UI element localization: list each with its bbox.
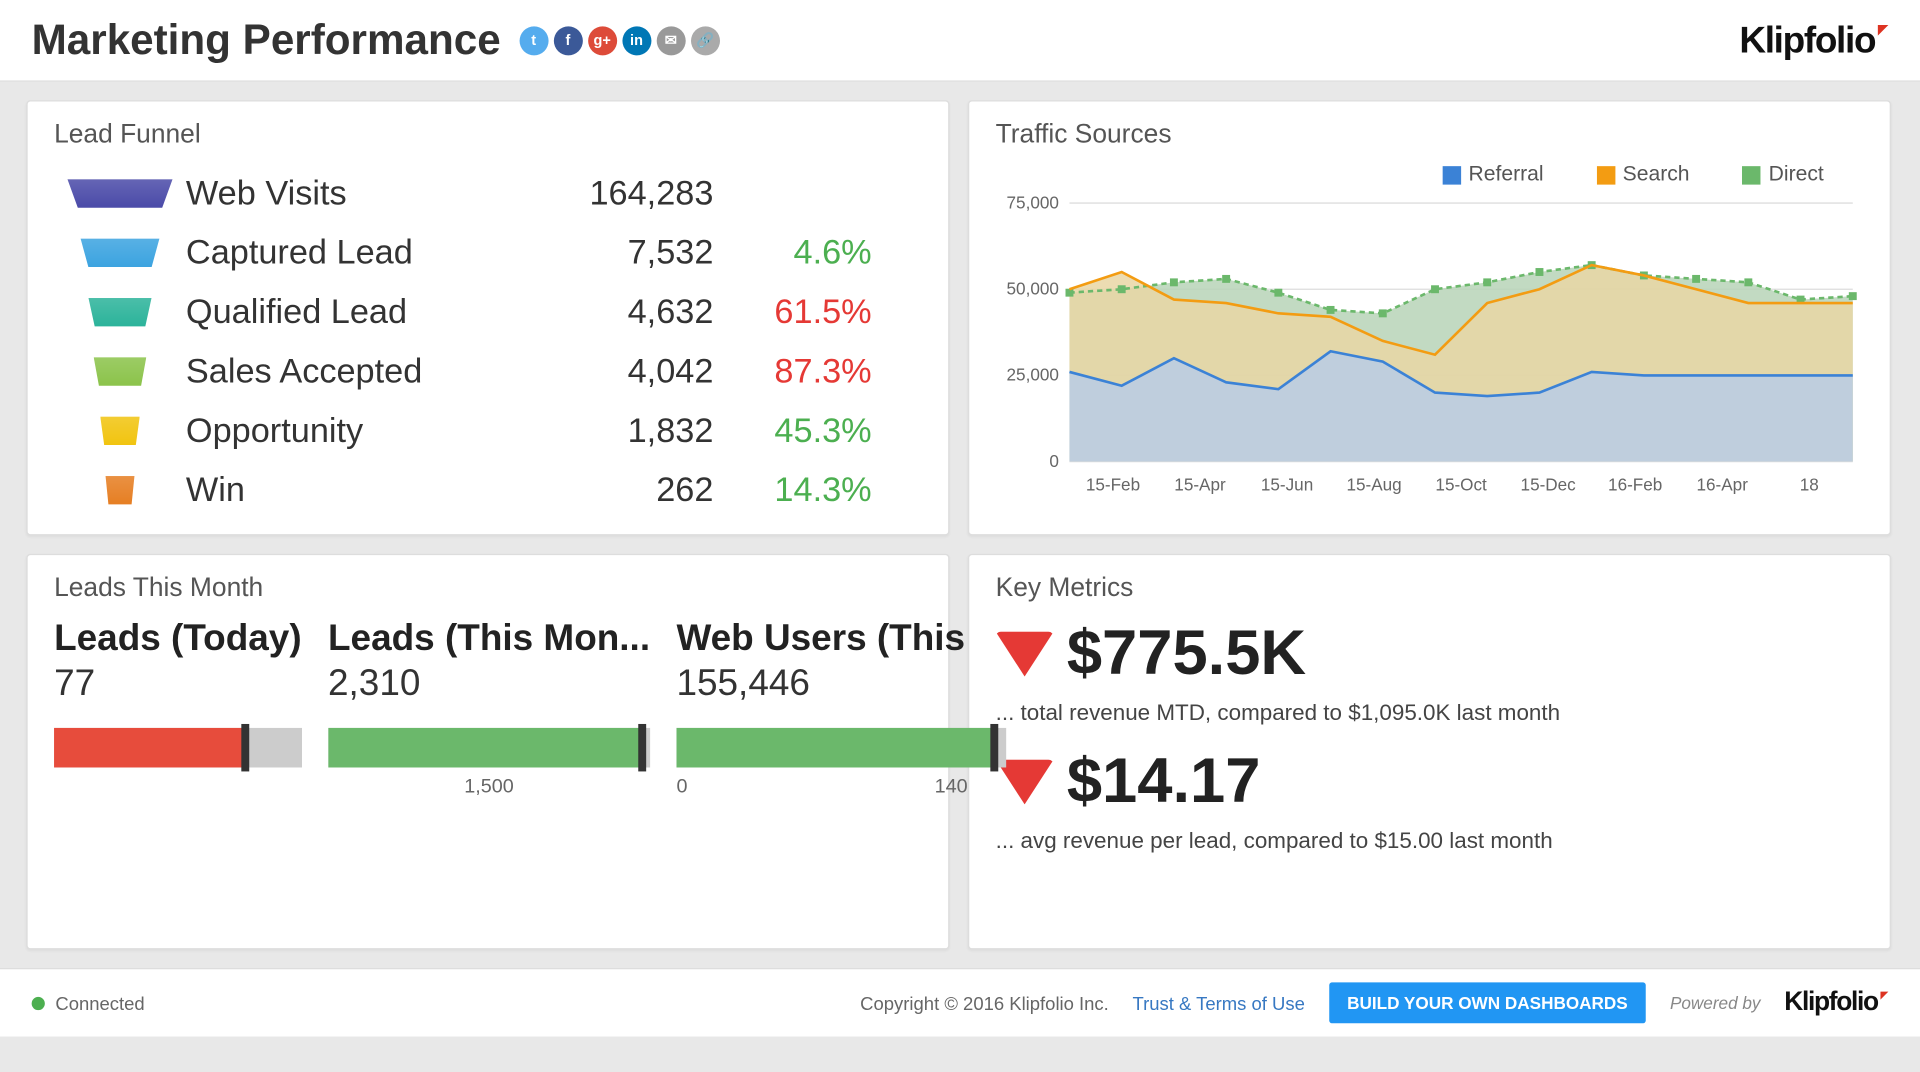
social-icons: t f g+ in ✉ 🔗 (519, 26, 719, 55)
funnel-stage-icon (54, 416, 186, 445)
leads-this-month-card: Leads This Month Leads (Today) 77 Leads … (26, 554, 949, 950)
googleplus-icon[interactable]: g+ (588, 26, 617, 55)
lead-label: Leads (Today) (54, 617, 302, 659)
bar-ticks: 0140,000 (676, 775, 1006, 797)
funnel-stage-icon (54, 357, 186, 386)
brand-logo: Klipfolio (1739, 19, 1888, 61)
funnel-value: 262 (529, 469, 714, 510)
funnel-label: Qualified Lead (186, 291, 529, 332)
svg-text:75,000: 75,000 (1007, 195, 1059, 212)
metric-item: $775.5K ... total revenue MTD, compared … (996, 617, 1864, 726)
svg-text:0: 0 (1049, 451, 1059, 471)
funnel-row: Qualified Lead 4,632 61.5% (54, 282, 922, 341)
svg-text:15-Oct: 15-Oct (1435, 475, 1487, 495)
page-title: Marketing Performance (32, 16, 501, 65)
lead-label: Leads (This Mon... (328, 617, 650, 659)
funnel-row: Captured Lead 7,532 4.6% (54, 223, 922, 282)
chart-legend: Referral Search Direct (996, 164, 1824, 188)
traffic-sources-card: Traffic Sources Referral Search Direct 0… (968, 100, 1891, 535)
lead-block: Web Users (This ... 155,446 0140,000 (676, 617, 1006, 798)
lead-block: Leads (This Mon... 2,310 1,500 (328, 617, 650, 798)
svg-text:16-Feb: 16-Feb (1608, 475, 1662, 495)
metric-item: $14.17 ... avg revenue per lead, compare… (996, 745, 1864, 854)
metric-description: ... total revenue MTD, compared to $1,09… (996, 700, 1864, 726)
key-metrics-card: Key Metrics $775.5K ... total revenue MT… (968, 554, 1891, 950)
funnel-label: Win (186, 469, 529, 510)
svg-text:25,000: 25,000 (1007, 365, 1059, 385)
svg-text:18: 18 (1800, 475, 1819, 495)
copyright-text: Copyright © 2016 Klipfolio Inc. (860, 992, 1109, 1013)
svg-text:16-Apr: 16-Apr (1697, 475, 1749, 495)
cta-button[interactable]: BUILD YOUR OWN DASHBOARDS (1329, 982, 1647, 1023)
funnel-value: 7,532 (529, 232, 714, 273)
metric-value: $14.17 (1067, 745, 1261, 818)
card-title: Lead Funnel (54, 120, 922, 150)
svg-text:15-Dec: 15-Dec (1521, 475, 1577, 495)
bar-ticks: 1,500 (328, 775, 650, 797)
terms-link[interactable]: Trust & Terms of Use (1133, 992, 1305, 1013)
progress-bar (328, 728, 650, 768)
funnel-label: Sales Accepted (186, 351, 529, 392)
mail-icon[interactable]: ✉ (656, 26, 685, 55)
link-icon[interactable]: 🔗 (691, 26, 720, 55)
metric-description: ... avg revenue per lead, compared to $1… (996, 828, 1864, 854)
funnel-row: Sales Accepted 4,042 87.3% (54, 342, 922, 401)
lead-value: 77 (54, 662, 302, 704)
lead-label: Web Users (This ... (676, 617, 1006, 659)
powered-by-text: Powered by (1670, 993, 1761, 1013)
lead-block: Leads (Today) 77 (54, 617, 302, 798)
funnel-value: 164,283 (529, 173, 714, 214)
svg-text:15-Apr: 15-Apr (1174, 475, 1226, 495)
header: Marketing Performance t f g+ in ✉ 🔗 Klip… (0, 0, 1920, 82)
progress-bar (54, 728, 302, 768)
legend-direct: Direct (1742, 164, 1823, 188)
trend-down-icon (996, 631, 1054, 676)
funnel-row: Win 262 14.3% (54, 460, 922, 519)
svg-text:15-Feb: 15-Feb (1086, 475, 1140, 495)
footer: Connected Copyright © 2016 Klipfolio Inc… (0, 968, 1920, 1037)
funnel-percent: 14.3% (713, 469, 871, 510)
lead-funnel-card: Lead Funnel Web Visits 164,283 Captured … (26, 100, 949, 535)
funnel-label: Captured Lead (186, 232, 529, 273)
traffic-chart: 0 25,000 50,000 75,000 15-Feb 15-Apr 15-Jun 15-… (996, 195, 1864, 538)
funnel-value: 4,042 (529, 351, 714, 392)
svg-text:50,000: 50,000 (1007, 279, 1059, 299)
funnel-value: 4,632 (529, 291, 714, 332)
svg-text:15-Aug: 15-Aug (1346, 475, 1401, 495)
funnel-stage-icon (54, 238, 186, 267)
funnel-stage-icon (54, 475, 186, 504)
card-title: Key Metrics (996, 574, 1864, 604)
funnel-row: Opportunity 1,832 45.3% (54, 401, 922, 460)
lead-value: 155,446 (676, 662, 1006, 704)
facebook-icon[interactable]: f (553, 26, 582, 55)
funnel-stage-icon (54, 179, 186, 208)
funnel-value: 1,832 (529, 410, 714, 451)
funnel-stage-icon (54, 297, 186, 326)
metric-value: $775.5K (1067, 617, 1306, 690)
funnel-percent: 4.6% (713, 232, 871, 273)
footer-brand-logo: Klipfolio (1784, 988, 1888, 1018)
card-title: Leads This Month (54, 574, 922, 604)
svg-text:15-Jun: 15-Jun (1261, 475, 1313, 495)
linkedin-icon[interactable]: in (622, 26, 651, 55)
funnel-label: Opportunity (186, 410, 529, 451)
legend-search: Search (1596, 164, 1689, 188)
funnel-percent: 87.3% (713, 351, 871, 392)
lead-value: 2,310 (328, 662, 650, 704)
twitter-icon[interactable]: t (519, 26, 548, 55)
progress-bar (676, 728, 1006, 768)
status-dot-icon (32, 996, 45, 1009)
card-title: Traffic Sources (996, 120, 1864, 150)
funnel-percent: 61.5% (713, 291, 871, 332)
funnel-label: Web Visits (186, 173, 529, 214)
funnel-row: Web Visits 164,283 (54, 164, 922, 223)
funnel-percent: 45.3% (713, 410, 871, 451)
legend-referral: Referral (1442, 164, 1543, 188)
status-text: Connected (55, 992, 144, 1013)
